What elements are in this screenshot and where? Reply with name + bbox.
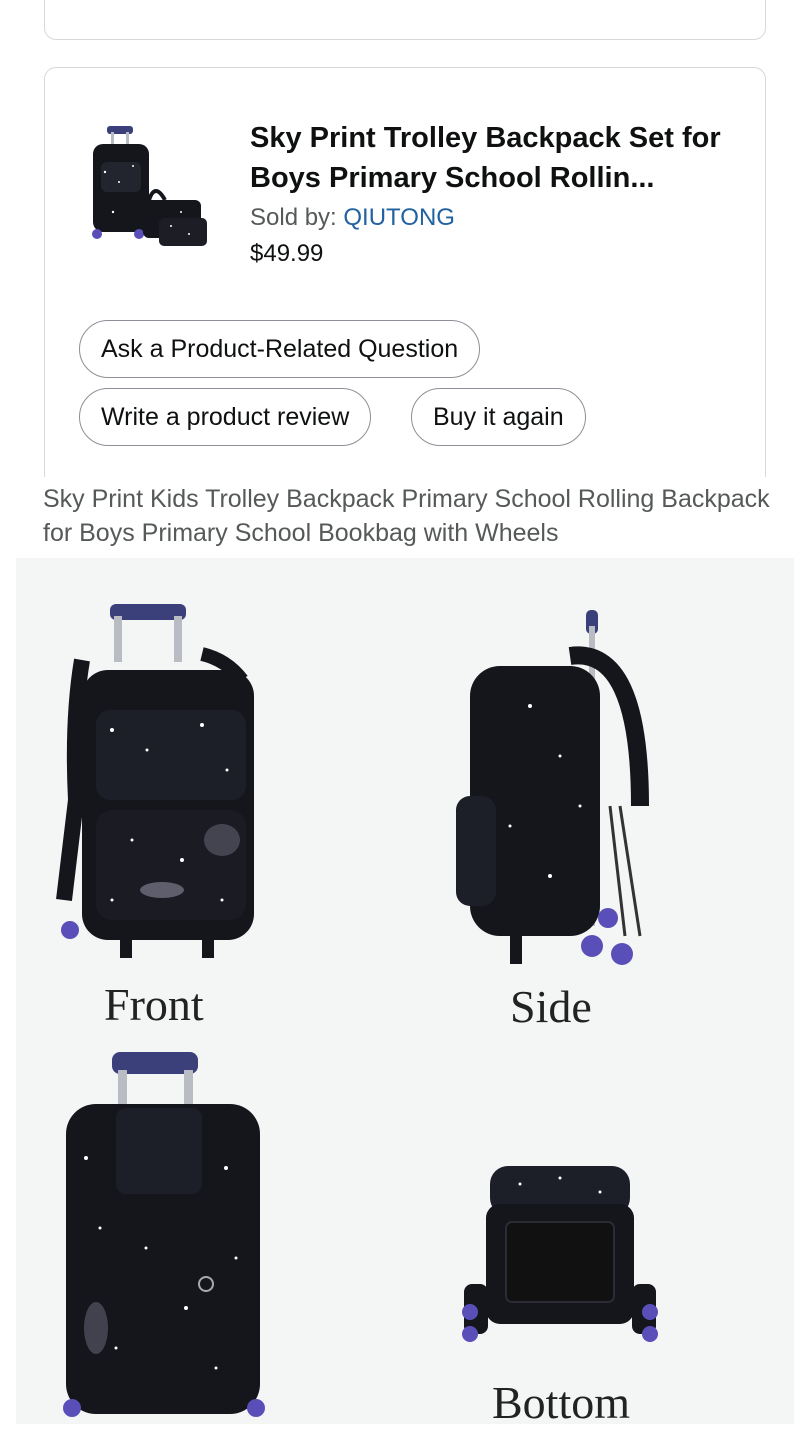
seller-prefix: Sold by: [250,204,344,231]
front-view-image [56,604,254,958]
bottom-view-image [462,1166,658,1342]
product-price: $49.99 [250,240,324,267]
front-label: Front [104,979,204,1030]
previous-card-edge [44,0,766,40]
product-image[interactable]: Front Side Bottom [16,558,794,1424]
write-review-button[interactable]: Write a product review [79,388,372,446]
seller-link[interactable]: QIUTONG [343,204,455,231]
side-view-image [456,610,649,965]
ask-question-button[interactable]: Ask a Product-Related Question [79,320,481,378]
side-label: Side [510,981,592,1032]
product-card: Sky Print Trolley Backpack Set for Boys … [44,67,766,477]
back-view-image [63,1052,265,1417]
backpack-thumbnail-icon[interactable] [85,122,213,258]
buy-again-button[interactable]: Buy it again [411,388,586,446]
product-description: Sky Print Kids Trolley Backpack Primary … [43,485,770,547]
product-title[interactable]: Sky Print Trolley Backpack Set for Boys … [250,118,730,198]
seller-line: Sold by: QIUTONG [250,200,730,236]
bottom-label: Bottom [492,1377,631,1424]
